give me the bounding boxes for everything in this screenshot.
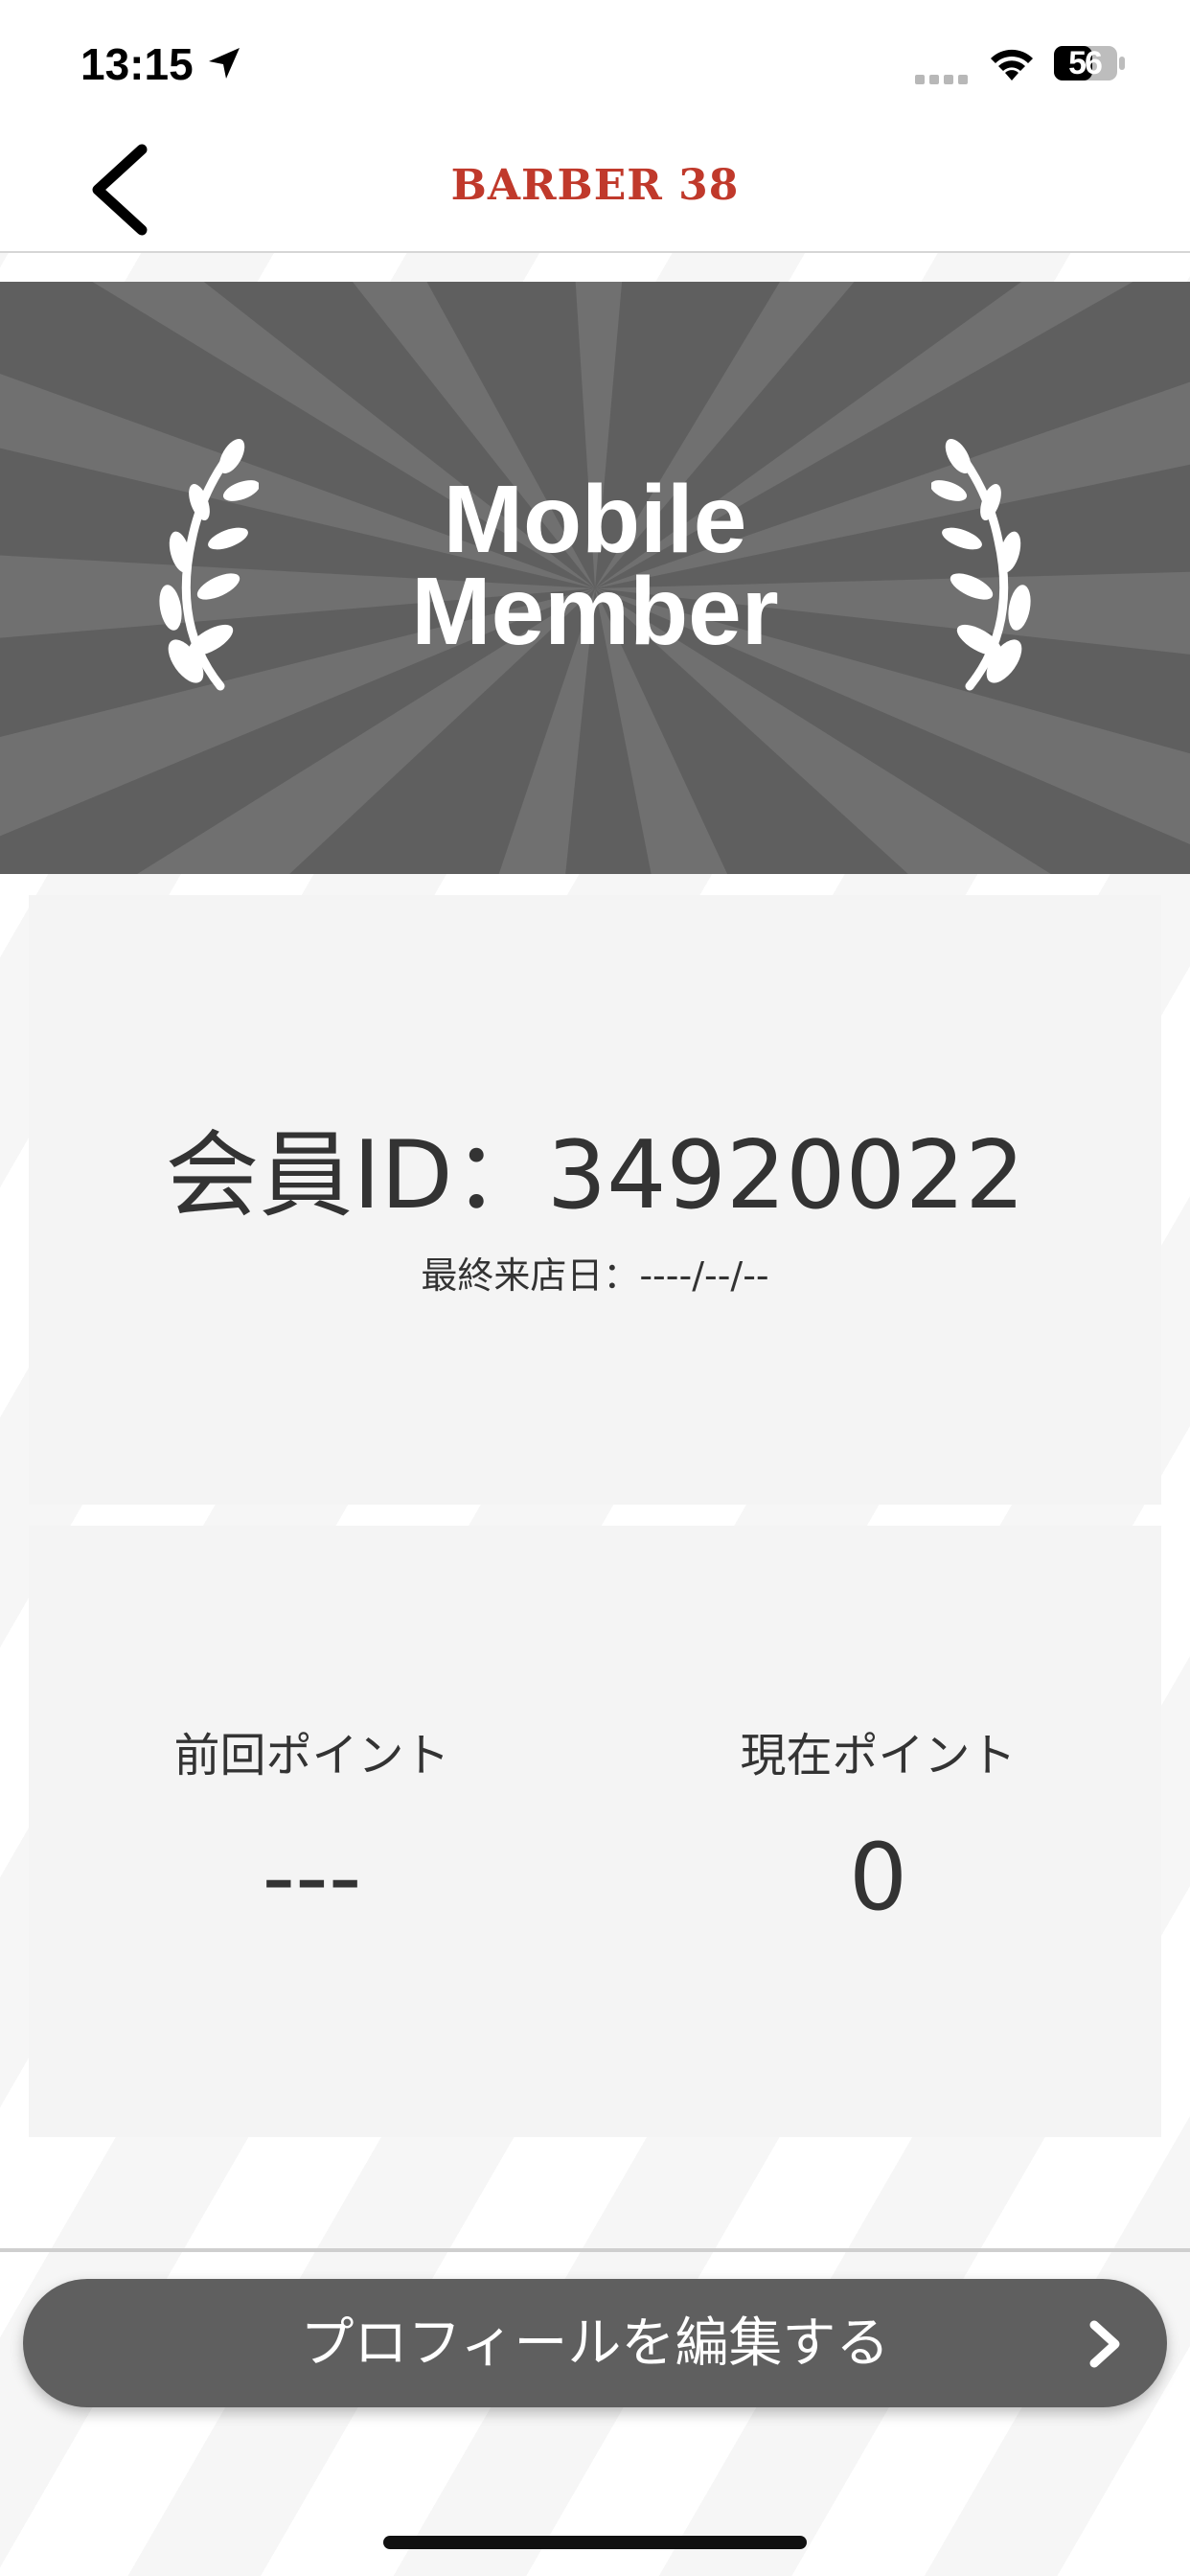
previous-points-value: ---: [262, 1824, 362, 1931]
bottom-divider: [0, 2248, 1190, 2252]
current-points-label: 現在ポイント: [740, 1729, 1017, 1782]
wifi-icon: [991, 49, 1033, 80]
status-time: 13:15: [80, 39, 194, 89]
battery-level: 56: [1068, 45, 1103, 81]
brand-logo: BARBER 38: [450, 161, 740, 210]
edit-profile-label: プロフィールを編集する: [300, 2312, 890, 2375]
signal-icon: [915, 75, 968, 84]
previous-points-label: 前回ポイント: [173, 1729, 450, 1782]
current-points-value: 0: [848, 1824, 908, 1931]
member-id-card: 会員ID：34920022 最終来店日：----/--/--: [29, 895, 1161, 1505]
home-indicator[interactable]: [383, 2536, 807, 2549]
edit-profile-button[interactable]: プロフィールを編集する: [23, 2279, 1167, 2407]
chevron-right-icon: [1089, 2320, 1120, 2368]
location-arrow-icon: [209, 48, 240, 79]
current-points: 現在ポイント 0: [595, 1526, 1161, 2137]
mobile-member-banner: Mobile Member: [0, 282, 1190, 874]
status-bar: 13:15 56: [0, 0, 1190, 125]
previous-points: 前回ポイント ---: [29, 1526, 595, 2137]
laurel-right-icon: [931, 438, 1031, 691]
points-card: 前回ポイント --- 現在ポイント 0: [29, 1526, 1161, 2137]
member-id: 会員ID：34920022: [165, 1121, 1025, 1230]
nav-bar: BARBER 38: [0, 125, 1190, 253]
last-visit-date: 最終来店日：----/--/--: [421, 1254, 769, 1297]
